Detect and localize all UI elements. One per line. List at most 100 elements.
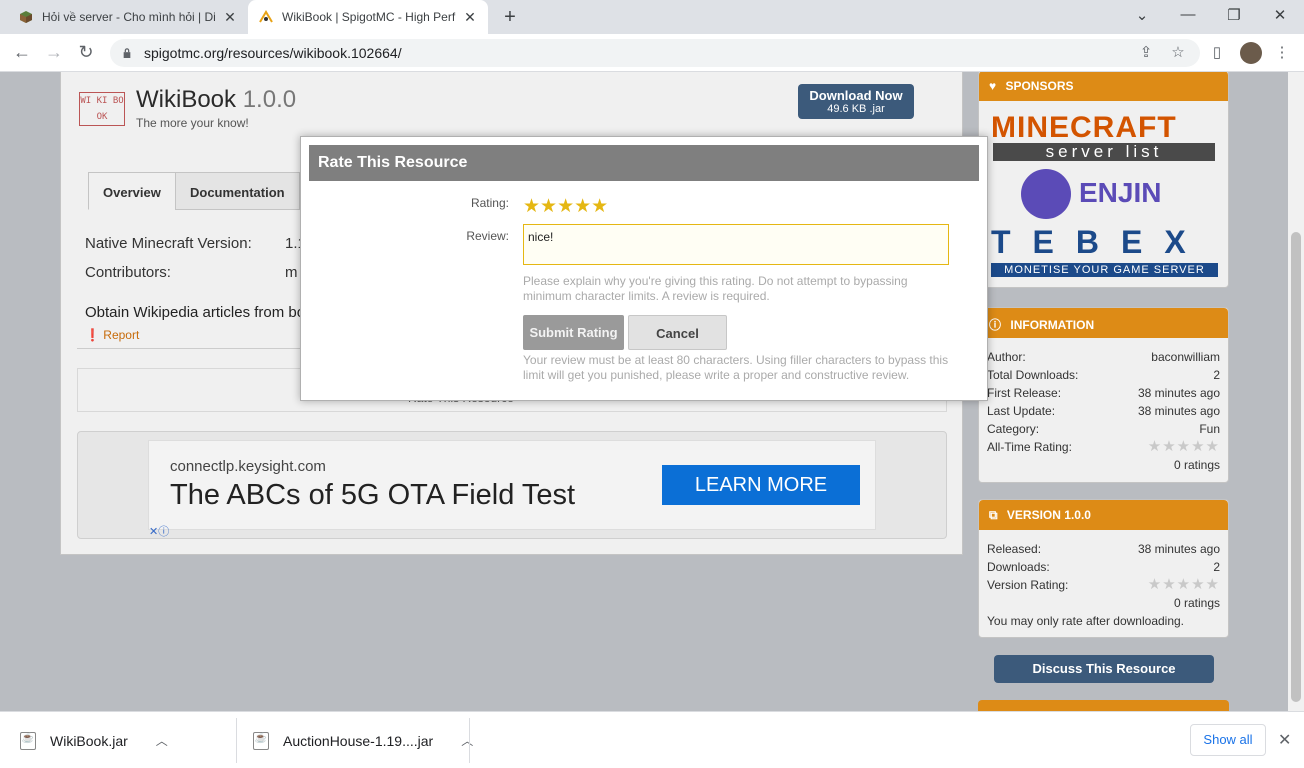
spigot-favicon-icon	[258, 9, 274, 25]
close-tab-icon[interactable]: ✕	[222, 9, 238, 26]
profile-avatar[interactable]	[1240, 42, 1262, 64]
url-text: spigotmc.org/resources/wikibook.102664/	[144, 45, 402, 61]
ad-choices-icon[interactable]: ✕ⓘ	[149, 523, 179, 538]
download-now-button[interactable]: Download Now 49.6 KB .jar	[798, 84, 914, 119]
info-icon: ⓘ	[989, 318, 1002, 332]
resource-version: 1.0.0	[242, 86, 297, 113]
review-textarea[interactable]: nice!	[523, 224, 949, 265]
back-icon[interactable]: ←	[11, 42, 33, 63]
resource-description: Obtain Wikipedia articles from bo	[85, 304, 306, 321]
advertisement[interactable]: connectlp.keysight.com The ABCs of 5G OT…	[148, 440, 876, 538]
resource-name: WikiBook	[136, 86, 237, 113]
tab-title: WikiBook | SpigotMC - High Perf	[282, 10, 456, 24]
row-label: Total Downloads:	[987, 368, 1079, 382]
close-window-icon[interactable]: ✕	[1270, 6, 1290, 24]
row-value[interactable]: Fun	[1199, 422, 1220, 436]
java-file-icon: ☕	[253, 731, 269, 750]
version-row: Downloads: 2	[987, 560, 1220, 574]
info-row: Last Update: 38 minutes ago	[987, 404, 1220, 418]
chevron-up-icon[interactable]: ︿	[461, 732, 473, 749]
share-icon[interactable]: ⇪	[1136, 43, 1156, 61]
info-value: m	[285, 264, 298, 281]
address-bar[interactable]: spigotmc.org/resources/wikibook.102664/	[110, 39, 1200, 67]
server-list-logo-text: server list	[993, 143, 1215, 161]
info-row: Total Downloads: 2	[987, 368, 1220, 382]
info-mc-version: Native Minecraft Version: 1.1	[85, 235, 306, 252]
tab-documentation[interactable]: Documentation	[175, 172, 300, 210]
enjin-logo[interactable]: ENJIN	[1079, 177, 1161, 209]
sponsors-header: ♥ SPONSORS	[979, 72, 1228, 101]
info-label: Native Minecraft Version:	[85, 235, 252, 252]
row-label: Downloads:	[987, 560, 1050, 574]
menu-icon[interactable]: ⋮	[1272, 43, 1292, 61]
ad-container: connectlp.keysight.com The ABCs of 5G OT…	[77, 431, 947, 539]
close-shelf-icon[interactable]: ✕	[1278, 730, 1291, 750]
version-icon: ⧉	[989, 508, 998, 522]
row-value: 38 minutes ago	[1137, 386, 1220, 400]
ratings-count: 0 ratings	[1173, 596, 1220, 610]
maximize-icon[interactable]: ❐	[1224, 6, 1244, 24]
information-header: ⓘ INFORMATION	[979, 308, 1228, 338]
row-label: First Release:	[987, 386, 1062, 400]
bookmark-star-icon[interactable]: ☆	[1168, 43, 1188, 61]
side-panel-icon[interactable]: ▯	[1207, 43, 1227, 61]
tab-overview[interactable]: Overview	[88, 172, 176, 210]
minecraft-server-list-logo[interactable]: MINECRAFT	[991, 111, 1177, 145]
review-hint: Please explain why you're giving this ra…	[523, 274, 908, 303]
info-row: All-Time Rating: ★★★★★	[987, 438, 1220, 455]
review-length-warning: Your review must be at least 80 characte…	[523, 353, 949, 382]
tab-forum[interactable]: Hỏi về server - Cho mình hỏi | Di ✕	[8, 0, 248, 34]
close-tab-icon[interactable]: ✕	[462, 9, 478, 26]
rate-resource-dialog: Rate This Resource Rating: ★★★★★ Review:…	[300, 136, 988, 401]
info-label: Contributors:	[85, 264, 171, 281]
review-label: Review:	[466, 229, 509, 243]
page-viewport: WI KI BO OK WikiBook 1.0.0 The more your…	[0, 72, 1304, 711]
discuss-resource-button[interactable]: Discuss This Resource	[994, 655, 1214, 683]
ad-learn-more-button[interactable]: LEARN MORE	[662, 465, 860, 505]
enjin-logo-icon[interactable]	[1021, 169, 1071, 219]
tab-strip: Hỏi về server - Cho mình hỏi | Di ✕ Wiki…	[0, 0, 1304, 34]
tebex-tagline: MONETISE YOUR GAME SERVER	[991, 263, 1218, 277]
resource-icon: WI KI BO OK	[79, 92, 125, 126]
submit-rating-button[interactable]: Submit Rating	[523, 315, 624, 350]
page-scrollbar[interactable]	[1288, 72, 1304, 711]
info-row: Author: baconwilliam	[987, 350, 1220, 364]
information-title: INFORMATION	[1010, 318, 1095, 332]
scrollbar-thumb[interactable]	[1291, 232, 1301, 702]
rating-label: Rating:	[470, 196, 509, 210]
download-item[interactable]: ☕ WikiBook.jar ︿	[20, 712, 168, 768]
divider	[469, 718, 470, 763]
row-label: Released:	[987, 542, 1042, 556]
row-value[interactable]: baconwilliam	[1151, 350, 1220, 364]
ad-headline: The ABCs of 5G OTA Field Test	[170, 479, 576, 511]
info-contributors: Contributors: m	[85, 264, 298, 281]
minecraft-favicon-icon	[18, 9, 34, 25]
tab-search-icon[interactable]: ⌄	[1132, 6, 1152, 24]
browser-toolbar: ← → ↻ spigotmc.org/resources/wikibook.10…	[0, 34, 1304, 72]
row-value: 38 minutes ago	[1137, 542, 1220, 556]
show-all-button[interactable]: Show all	[1190, 724, 1266, 756]
report-link[interactable]: ❗ Report	[85, 328, 139, 342]
rating-stars-input[interactable]: ★★★★★	[523, 195, 608, 218]
version-row: Version Rating: ★★★★★	[987, 576, 1220, 593]
cancel-button[interactable]: Cancel	[628, 315, 727, 350]
forward-icon[interactable]: →	[43, 42, 65, 63]
reload-icon[interactable]: ↻	[75, 42, 97, 63]
report-icon: ❗	[85, 328, 100, 342]
heart-icon: ♥	[989, 79, 997, 93]
row-label: Version Rating:	[987, 578, 1069, 592]
tebex-logo[interactable]: TEBEX	[991, 224, 1208, 261]
next-panel-header	[978, 700, 1229, 711]
resource-tagline: The more your know!	[136, 116, 249, 130]
tab-wikibook[interactable]: WikiBook | SpigotMC - High Perf ✕	[248, 0, 488, 34]
new-tab-button[interactable]: +	[500, 6, 520, 29]
minimize-icon[interactable]: —	[1178, 6, 1198, 23]
row-label: Last Update:	[987, 404, 1056, 418]
download-size: 49.6 KB .jar	[827, 103, 885, 115]
download-filename: AuctionHouse-1.19....jar	[283, 732, 434, 749]
download-item[interactable]: ☕ AuctionHouse-1.19....jar ︿	[253, 712, 473, 768]
chevron-up-icon[interactable]: ︿	[156, 732, 168, 749]
version-note: You may only rate after downloading.	[987, 614, 1185, 628]
dialog-title: Rate This Resource	[309, 145, 979, 181]
report-label: Report	[103, 328, 140, 342]
